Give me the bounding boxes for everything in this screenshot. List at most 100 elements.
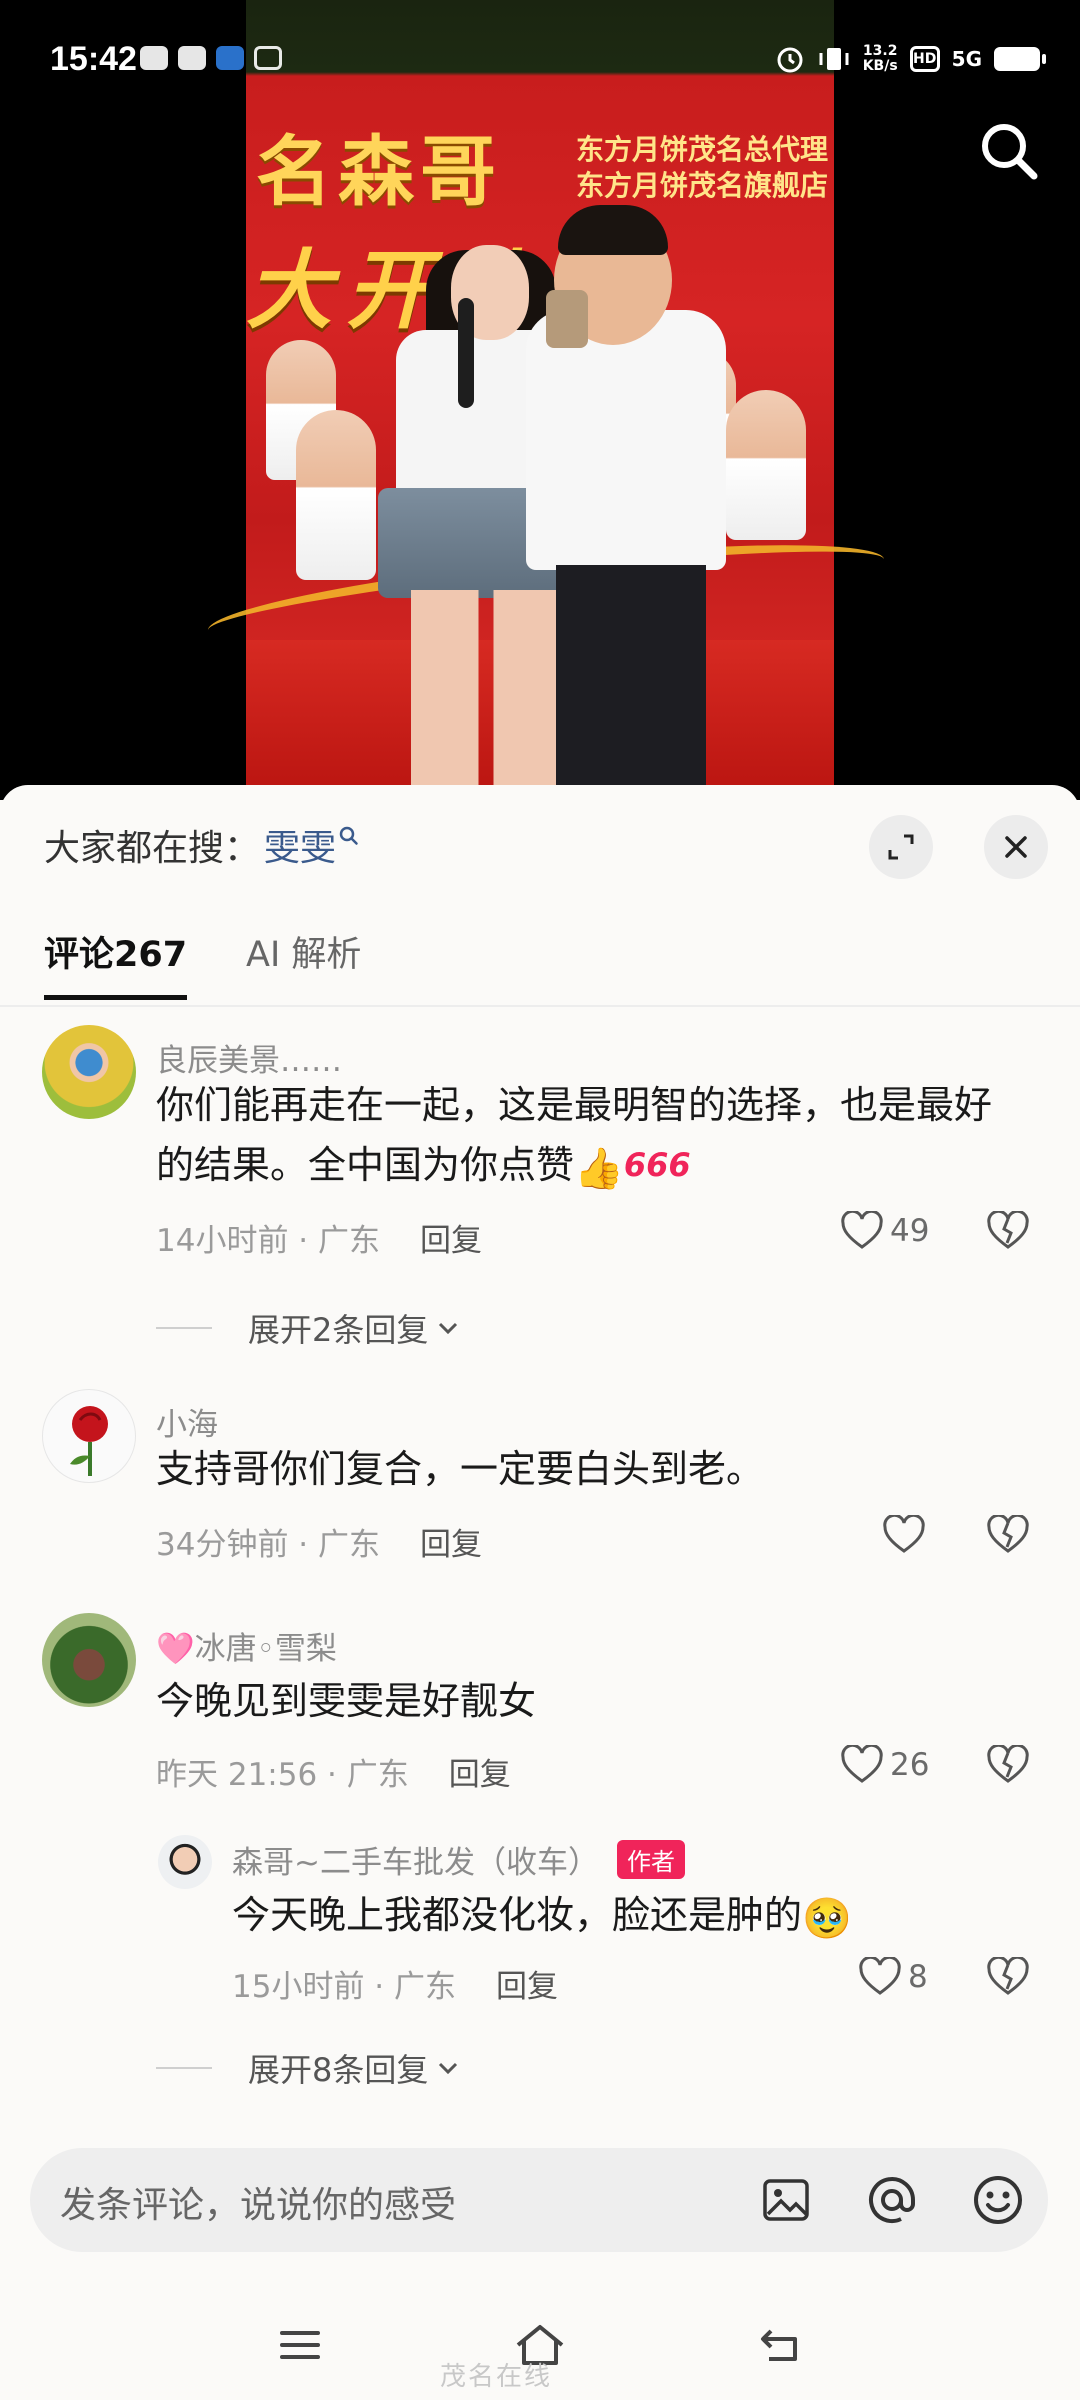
avatar[interactable] (42, 1613, 136, 1707)
reply-button[interactable]: 回复 (420, 1215, 482, 1260)
pleading-face-icon: 🥹 (802, 1896, 852, 1942)
performer-shirt (526, 310, 726, 570)
comment-time: 14小时前 · 广东 (156, 1223, 381, 1259)
chevron-down-icon (439, 1322, 458, 1335)
close-button[interactable] (984, 815, 1048, 879)
divider (156, 2067, 212, 2069)
like-count: 26 (890, 1747, 930, 1783)
dislike-button[interactable] (986, 1955, 1030, 2001)
watermark: 茂名在线 (440, 2362, 553, 2392)
expand-replies-label: 展开2条回复 (248, 1311, 429, 1349)
like-button[interactable]: 49 (840, 1211, 929, 1251)
expand-icon (888, 834, 914, 860)
banner-line-1: 东方月饼茂名总代理 (575, 133, 828, 166)
battery-icon (994, 47, 1046, 71)
comment-username[interactable]: 🩷冰唐◦雪梨 (156, 1623, 337, 1668)
reply-button[interactable]: 回复 (420, 1519, 482, 1564)
divider (156, 1327, 212, 1329)
like-button[interactable]: 8 (858, 1957, 928, 1997)
k-app-icon (216, 46, 244, 70)
poster-face (726, 390, 806, 540)
broken-heart-icon (987, 1743, 1029, 1783)
performer-hair (558, 205, 668, 255)
search-icon (982, 124, 1038, 180)
smiley-icon (974, 2176, 1022, 2224)
avatar[interactable] (158, 1835, 212, 1889)
comment-time: 昨天 21:56 · 广东 (156, 1757, 409, 1793)
trending-search-term[interactable]: 雯雯 (264, 819, 336, 871)
status-bar: 15:42 13.2 KB/s HD 5G (0, 0, 1080, 120)
like-button[interactable]: 26 (840, 1745, 929, 1785)
like-button[interactable] (882, 1515, 926, 1555)
comment-text: 你们能再走在一起，这是最明智的选择，也是最好的结果。全中国为你点赞👍666 (156, 1075, 1026, 1199)
poster-face (296, 410, 376, 580)
vibrate-icon (819, 48, 849, 70)
reply-time: 15小时前 · 广东 (232, 1969, 457, 2005)
search-button[interactable] (974, 116, 1044, 186)
reply-button[interactable]: 回复 (496, 1961, 558, 2006)
avatar[interactable] (42, 1389, 136, 1483)
comment-meta: 昨天 21:56 · 广东 回复 (156, 1749, 511, 1794)
performer-legs (411, 590, 561, 800)
emoji-button[interactable] (968, 2170, 1028, 2230)
like-count: 49 (890, 1213, 930, 1249)
at-icon (869, 2177, 915, 2223)
hotspot-icon (254, 46, 282, 70)
image-button[interactable] (756, 2170, 816, 2230)
expand-replies-label: 展开8条回复 (248, 2051, 429, 2089)
comment-meta: 34分钟前 · 广东 回复 (156, 1519, 482, 1564)
dislike-button[interactable] (986, 1209, 1030, 1255)
comment-meta: 14小时前 · 广东 回复 (156, 1215, 482, 1260)
comment-username[interactable]: 小海 (156, 1399, 218, 1444)
comment-text: 支持哥你们复合，一定要白头到老。 (156, 1447, 765, 1491)
net-speed: 13.2 KB/s (862, 43, 898, 74)
reply-username: 森哥~二手车批发（收车） 作者 (232, 1837, 685, 1882)
image-icon (763, 2179, 809, 2221)
tab-ai-analysis[interactable]: AI 解析 (246, 925, 361, 995)
avatar[interactable] (42, 1025, 136, 1119)
banner-subtitle: 东方月饼茂名总代理 东方月饼茂名旗舰店 (576, 132, 828, 204)
tab-comments[interactable]: 评论267 (44, 925, 188, 1000)
status-time: 15:42 (50, 40, 137, 78)
reply-text: 今天晚上我都没化妆，脸还是肿的🥹 (232, 1885, 1032, 1949)
dislike-button[interactable] (986, 1513, 1030, 1559)
comment-input-placeholder: 发条评论，说说你的感受 (60, 2185, 457, 2226)
broken-heart-icon (987, 1955, 1029, 1995)
expand-replies-button[interactable]: 展开2条回复 (156, 1305, 462, 1351)
back-icon (761, 2329, 797, 2361)
heart-icon (841, 1745, 883, 1783)
broken-heart-icon (987, 1513, 1029, 1553)
app-notification-icon (140, 46, 168, 70)
signal-5g: 5G (951, 47, 982, 71)
menu-icon (280, 2331, 320, 2359)
fullscreen-button[interactable] (869, 815, 933, 879)
thumbs-up-icon: 👍 (574, 1146, 624, 1192)
broken-heart-icon (987, 1209, 1029, 1249)
close-icon (1005, 836, 1027, 858)
chevron-down-icon (439, 2062, 458, 2075)
author-badge: 作者 (616, 1840, 685, 1879)
notification-icons (140, 46, 282, 70)
search-icon (339, 826, 358, 845)
mention-button[interactable] (862, 2170, 922, 2230)
dislike-button[interactable] (986, 1743, 1030, 1789)
heart-icon (883, 1515, 925, 1553)
menu-button[interactable] (270, 2320, 330, 2370)
expand-replies-button[interactable]: 展开8条回复 (156, 2045, 462, 2091)
system-icons: 13.2 KB/s HD 5G (775, 43, 1046, 74)
comment-input[interactable]: 发条评论，说说你的感受 (30, 2148, 1048, 2252)
comment-username[interactable]: 良辰美景…… (156, 1035, 342, 1080)
phone-in-hand (546, 290, 588, 348)
video-player[interactable]: 名森哥 东方月饼茂名总代理 东方月饼茂名旗舰店 大开业 15:42 13.2 K… (0, 0, 1080, 800)
back-button[interactable] (750, 2320, 810, 2370)
heart-icon (859, 1957, 901, 1995)
video-frame: 名森哥 东方月饼茂名总代理 东方月饼茂名旗舰店 大开业 (204, 0, 888, 800)
banner-name: 名森哥 (256, 127, 502, 216)
performer-pants (556, 565, 706, 800)
banner-line-2: 东方月饼茂名旗舰店 (575, 169, 828, 202)
alarm-icon (777, 47, 803, 73)
reply-meta: 15小时前 · 广东 回复 (232, 1961, 558, 2006)
reply-button[interactable]: 回复 (449, 1749, 511, 1794)
hd-badge: HD (909, 46, 940, 72)
rose-icon (70, 1406, 108, 1476)
